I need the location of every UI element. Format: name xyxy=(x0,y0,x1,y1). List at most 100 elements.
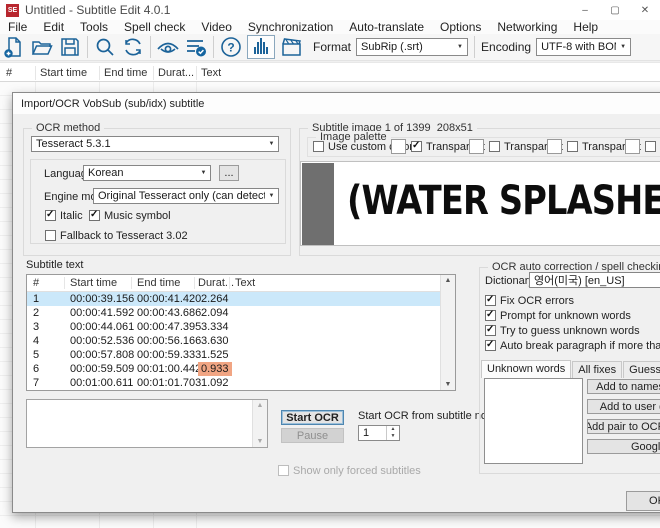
spinner-up-icon[interactable]: ▲ xyxy=(387,426,399,433)
column-end-time[interactable]: End time xyxy=(137,277,180,289)
auto-break-checkbox[interactable] xyxy=(485,340,496,351)
column-end-time[interactable]: End time xyxy=(104,67,147,79)
add-to-user-dictionary-button[interactable]: Add to user dictionary xyxy=(587,399,660,414)
table-row[interactable]: 6 00:00:59.509 00:01:00.442 0.933 xyxy=(27,362,455,376)
table-row[interactable]: 1 00:00:39.156 00:00:41.420 2.264 xyxy=(27,292,455,306)
visual-sync-icon[interactable] xyxy=(154,35,182,60)
toolbar-separator xyxy=(474,36,475,58)
scroll-down-icon[interactable]: ▼ xyxy=(257,436,264,447)
menu-auto-translate[interactable]: Auto-translate xyxy=(341,20,432,34)
ok-button[interactable]: OK xyxy=(626,491,660,511)
scroll-down-icon[interactable]: ▼ xyxy=(445,379,452,390)
column-number[interactable]: # xyxy=(6,67,12,79)
scroll-up-icon[interactable]: ▲ xyxy=(445,275,452,286)
column-text[interactable]: Text xyxy=(235,277,255,289)
help-glyph: ? xyxy=(227,41,234,55)
tab-all-fixes[interactable]: All fixes xyxy=(572,361,622,378)
toolbar-separator xyxy=(213,36,214,58)
music-symbol-checkbox[interactable] xyxy=(89,210,100,221)
italic-checkbox[interactable] xyxy=(45,210,56,221)
textarea-scrollbar[interactable]: ▲ ▼ xyxy=(252,400,267,447)
table-row[interactable]: 3 00:00:44.061 00:00:47.395 3.334 xyxy=(27,320,455,334)
tab-unknown-words[interactable]: Unknown words xyxy=(481,360,571,378)
fix-ocr-errors-checkbox[interactable] xyxy=(485,295,496,306)
palette-color-swatch[interactable] xyxy=(625,139,640,154)
replace-icon[interactable] xyxy=(119,35,147,60)
minimize-button[interactable]: – xyxy=(570,0,600,20)
guess-unknown-words-checkbox[interactable] xyxy=(485,325,496,336)
menu-bar: File Edit Tools Spell check Video Synchr… xyxy=(0,20,660,34)
column-number[interactable]: # xyxy=(33,277,39,289)
encoding-dropdown[interactable]: UTF-8 with BOM▼ xyxy=(536,38,631,56)
palette-color-swatch[interactable] xyxy=(469,139,484,154)
format-label: Format xyxy=(313,40,351,54)
maximize-button[interactable]: ▢ xyxy=(600,0,630,20)
menu-edit[interactable]: Edit xyxy=(35,20,72,34)
close-button[interactable]: ✕ xyxy=(630,0,660,20)
fix-ocr-errors-label: Fix OCR errors xyxy=(500,295,574,307)
ocr-method-dropdown[interactable]: Tesseract 5.3.1▼ xyxy=(31,136,279,152)
main-list-header[interactable]: # Start time End time Durat... Text xyxy=(0,62,660,82)
menu-file[interactable]: File xyxy=(0,20,35,34)
column-start-time[interactable]: Start time xyxy=(40,67,87,79)
table-row[interactable]: 5 00:00:57.808 00:00:59.333 1.525 xyxy=(27,348,455,362)
dictionary-dropdown[interactable]: 영어(미국) [en_US]▼ xyxy=(529,272,660,288)
palette-color-swatch[interactable] xyxy=(391,139,406,154)
column-start-time[interactable]: Start time xyxy=(70,277,117,289)
menu-networking[interactable]: Networking xyxy=(489,20,565,34)
transparent-checkbox-2[interactable] xyxy=(489,141,500,152)
table-row[interactable]: 7 00:01:00.611 00:01:01.703 1.092 xyxy=(27,376,455,390)
dialog-title-bar[interactable]: Import/OCR VobSub (sub/idx) subtitle xyxy=(13,93,660,114)
waveform-toggle[interactable] xyxy=(247,35,275,59)
spinner-down-icon[interactable]: ▼ xyxy=(387,433,399,440)
add-pair-to-ocr-button[interactable]: Add pair to OCR replace list xyxy=(587,419,660,434)
transparent-checkbox-4[interactable] xyxy=(645,141,656,152)
use-custom-colors-checkbox[interactable] xyxy=(313,141,324,152)
format-dropdown[interactable]: SubRip (.srt)▼ xyxy=(356,38,468,56)
more-languages-button[interactable]: ... xyxy=(219,165,239,181)
prompt-unknown-words-checkbox[interactable] xyxy=(485,310,496,321)
start-from-spinner[interactable]: 1 ▲▼ xyxy=(358,425,400,441)
google-it-button[interactable]: Google it xyxy=(587,439,660,454)
show-forced-checkbox xyxy=(278,465,289,476)
add-to-names-button[interactable]: Add to names/noise list xyxy=(587,379,660,394)
video-icon[interactable] xyxy=(277,35,305,60)
transparent-checkbox-3[interactable] xyxy=(567,141,578,152)
chevron-down-icon: ▼ xyxy=(453,44,467,50)
column-text[interactable]: Text xyxy=(201,67,221,79)
help-icon[interactable]: ? xyxy=(217,35,245,60)
chevron-down-icon: ▼ xyxy=(265,141,278,147)
scroll-up-icon[interactable]: ▲ xyxy=(257,400,264,411)
fallback-checkbox[interactable] xyxy=(45,230,56,241)
menu-spell-check[interactable]: Spell check xyxy=(116,20,193,34)
palette-color-swatch[interactable] xyxy=(547,139,562,154)
music-symbol-label: Music symbol xyxy=(104,210,171,222)
menu-help[interactable]: Help xyxy=(565,20,606,34)
new-file-icon[interactable] xyxy=(0,35,28,60)
table-scrollbar[interactable]: ▲ ▼ xyxy=(440,275,455,390)
transparent-checkbox-1[interactable] xyxy=(411,141,422,152)
menu-video[interactable]: Video xyxy=(193,20,239,34)
menu-options[interactable]: Options xyxy=(432,20,489,34)
spell-check-icon[interactable] xyxy=(182,35,210,60)
duration-warning-cell: 0.933 xyxy=(198,362,232,376)
unknown-words-list[interactable] xyxy=(484,378,583,464)
spinner-value[interactable]: 1 xyxy=(359,426,386,440)
start-ocr-button[interactable]: Start OCR xyxy=(281,410,344,425)
language-dropdown[interactable]: Korean▼ xyxy=(83,165,211,181)
table-header[interactable]: # Start time End time Durat... Text xyxy=(27,275,455,292)
subtitle-bitmap-view[interactable]: (WATER SPLASHES xyxy=(300,161,660,246)
table-row[interactable]: 2 00:00:41.592 00:00:43.686 2.094 xyxy=(27,306,455,320)
current-text-area[interactable]: ▲ ▼ xyxy=(26,399,268,448)
fallback-label: Fallback to Tesseract 3.02 xyxy=(60,230,188,242)
open-file-icon[interactable] xyxy=(28,35,56,60)
menu-tools[interactable]: Tools xyxy=(72,20,116,34)
find-icon[interactable] xyxy=(91,35,119,60)
column-duration[interactable]: Durat... xyxy=(158,67,194,79)
menu-synchronization[interactable]: Synchronization xyxy=(240,20,341,34)
pause-button: Pause xyxy=(281,428,344,443)
tab-guesses-used[interactable]: Guesses used xyxy=(623,361,660,378)
save-icon[interactable] xyxy=(56,35,84,60)
table-row[interactable]: 4 00:00:52.536 00:00:56.166 3.630 xyxy=(27,334,455,348)
engine-mode-dropdown[interactable]: Original Tesseract only (can detect ital… xyxy=(93,188,279,204)
